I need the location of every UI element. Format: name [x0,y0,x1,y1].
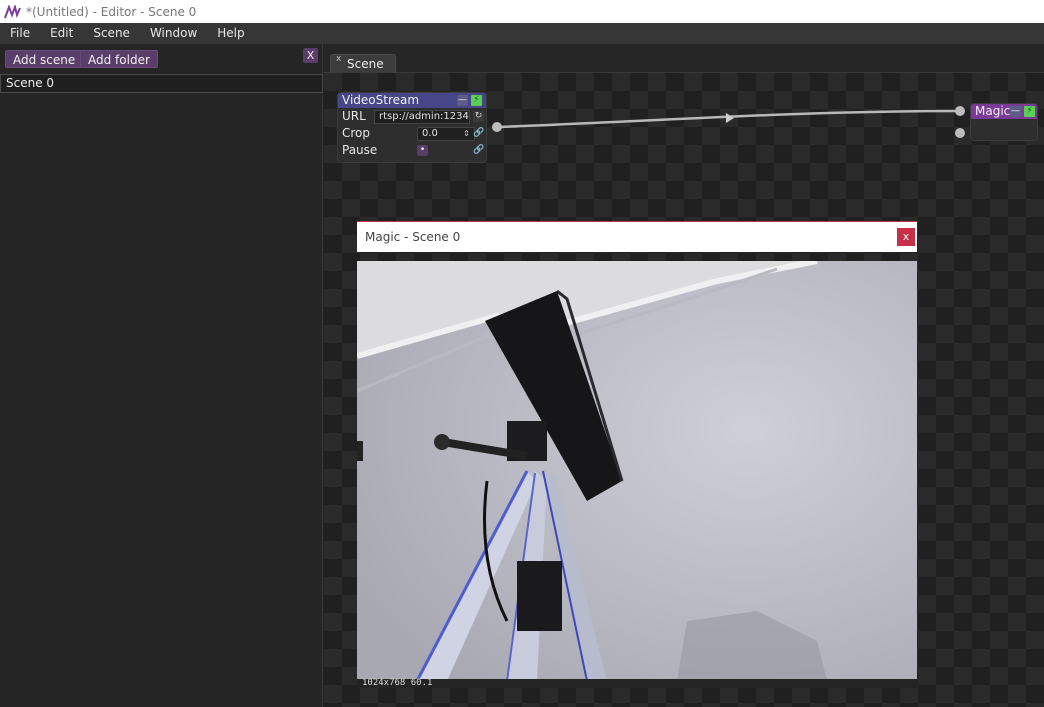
add-scene-button[interactable]: Add scene [5,50,84,68]
crop-label: Crop [342,126,371,140]
window-title: *(Untitled) - Editor - Scene 0 [26,4,197,19]
url-input[interactable]: rtsp://admin:12345... [374,110,470,124]
tab-bar: x Scene 0 [324,44,1044,85]
preview-status-text: 1024x768 60.1 [357,679,917,688]
lightning-icon[interactable]: ⚡ [1024,106,1035,117]
video-stream-node-header[interactable]: VideoStream — ⚡ [338,93,486,108]
magic-input-port-2[interactable] [955,128,965,138]
preview-window[interactable]: Magic - Scene 0 x 1024x768 60.1 [357,221,917,688]
video-frame-image [357,261,917,681]
video-stream-node[interactable]: VideoStream — ⚡ URL rtsp://admin:12345..… [337,92,487,163]
preview-close-button[interactable]: x [897,228,915,246]
lightning-icon[interactable]: ⚡ [471,95,482,106]
sidebar-toolbar: Add scene Add folder X [0,44,322,72]
link-icon[interactable]: 🔗 [473,128,484,139]
url-label: URL [342,109,366,123]
magic-node-header[interactable]: Magic — ⚡ [971,104,1037,119]
node-graph-canvas[interactable]: VideoStream — ⚡ URL rtsp://admin:12345..… [324,73,1044,707]
add-folder-button[interactable]: Add folder [80,50,158,68]
magic-node-title: Magic [975,104,1011,118]
menu-help[interactable]: Help [207,23,254,44]
title-bar: *(Untitled) - Editor - Scene 0 [0,0,1044,23]
pause-label: Pause [342,143,378,157]
magic-input-port-1[interactable] [955,106,965,116]
close-sidebar-button[interactable]: X [303,48,318,63]
minimize-icon[interactable]: — [1010,106,1021,117]
crop-row: Crop 0.0 ⇕ 🔗 [338,125,486,142]
preview-title: Magic - Scene 0 [365,230,461,244]
pause-row: Pause • 🔗 [338,142,486,159]
menu-bar: File Edit Scene Window Help [0,23,1044,44]
preview-title-bar[interactable]: Magic - Scene 0 x [357,222,917,252]
link-icon[interactable]: 🔗 [473,145,484,156]
scene-list-item[interactable]: Scene 0 [0,74,323,93]
menu-window[interactable]: Window [140,23,207,44]
menu-edit[interactable]: Edit [40,23,83,44]
url-row: URL rtsp://admin:12345... ↻ [338,108,486,125]
output-port[interactable] [492,122,502,132]
scene-sidebar: Add scene Add folder X Scene 0 [0,44,323,707]
tab-scene-0[interactable]: x Scene 0 [330,54,396,85]
pause-checkbox[interactable]: • [417,145,428,156]
refresh-icon[interactable]: ↻ [473,111,484,122]
workspace: x Scene 0 VideoStream — ⚡ URL rtsp://adm… [324,44,1044,707]
magic-node[interactable]: Magic — ⚡ [970,103,1038,141]
menu-file[interactable]: File [0,23,40,44]
stepper-arrows-icon[interactable]: ⇕ [461,128,472,139]
app-logo-icon [4,4,21,18]
camera-frame-illustration [357,261,917,681]
menu-scene[interactable]: Scene [83,23,140,44]
wire-direction-arrow-icon [726,113,734,123]
tab-close-icon[interactable]: x [336,54,341,64]
video-stream-node-title: VideoStream [342,93,420,107]
minimize-icon[interactable]: — [457,95,468,106]
